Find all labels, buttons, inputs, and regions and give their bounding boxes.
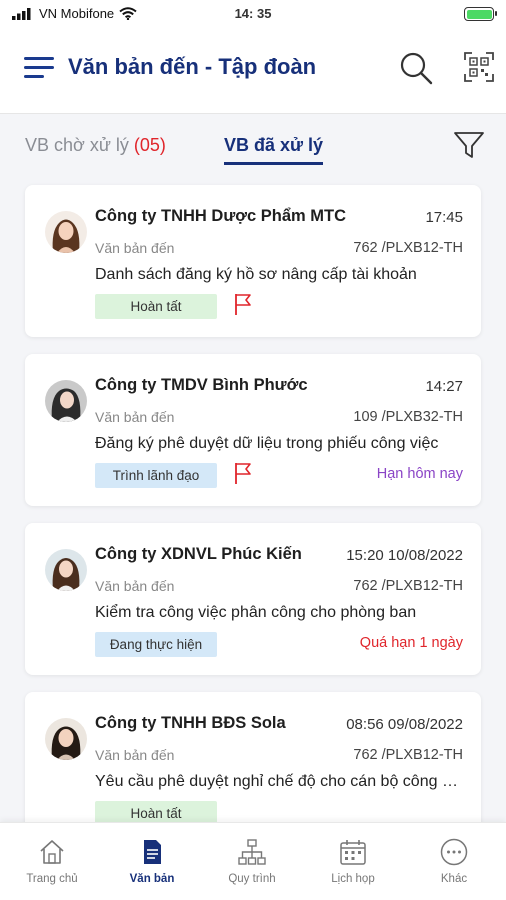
tab-bar: VB chờ xử lý (05) VB đã xử lý [0,114,506,178]
battery-icon [464,7,497,21]
qr-scan-icon[interactable] [464,52,494,82]
filter-icon[interactable] [452,130,486,160]
calendar-icon [340,840,366,865]
document-code: 109 /PLXB32-TH [353,409,463,425]
sender-company: Công ty TNHH Dược Phẩm MTC [95,207,347,225]
nav-meetings[interactable]: Lịch họp [308,837,398,885]
clock: 14: 35 [234,6,272,21]
tab-pending-count: (05) [133,135,166,155]
received-time: 15:20 10/08/2022 [346,547,463,564]
menu-icon[interactable] [24,56,54,80]
status-badge: Hoàn tất [95,294,217,319]
status-badge: Trình lãnh đạo [95,463,217,488]
nav-home[interactable]: Trang chủ [7,837,97,885]
document-subject: Kiểm tra công việc phân công cho phòng b… [95,604,417,621]
status-badge: Đang thực hiện [95,632,217,657]
document-type: Văn bản đến [95,409,175,425]
nav-documents-label: Văn bản [129,873,175,885]
tab-pending[interactable]: VB chờ xử lý (05) [25,135,166,156]
received-time: 14:27 [425,378,463,395]
document-type: Văn bản đến [95,578,175,594]
status-bar: VN Mobifone 14: 35 [0,0,506,28]
sender-company: Công ty TMDV Bình Phước [95,376,308,394]
document-subject: Danh sách đăng ký hồ sơ nâng cấp tài kho… [95,266,417,283]
received-time: 08:56 09/08/2022 [346,716,463,733]
avatar [45,718,87,760]
document-icon [144,840,161,864]
document-card[interactable]: Công ty XDNVL Phúc Kiến 15:20 10/08/2022… [25,523,481,675]
nav-more-label: Khác [440,873,468,885]
avatar [45,211,87,253]
nav-workflow-label: Quy trình [228,873,276,885]
tab-processed[interactable]: VB đã xử lý [224,135,324,165]
document-subject: Đăng ký phê duyệt dữ liệu trong phiếu cô… [95,435,439,452]
red-flag-icon [235,294,251,315]
document-card[interactable]: Công ty TMDV Bình Phước 14:27 Văn bản đế… [25,354,481,506]
document-type: Văn bản đến [95,240,175,256]
document-subject: Yêu cầu phê duyệt nghỉ chế độ cho cán bộ… [95,773,465,790]
nav-meetings-label: Lịch họp [331,873,375,885]
workflow-icon [238,839,266,865]
received-time: 17:45 [425,209,463,226]
document-card[interactable]: Công ty TNHH Dược Phẩm MTC 17:45 Văn bản… [25,185,481,337]
more-icon [440,838,468,866]
app-header: Văn bản đến - Tập đoàn [0,28,506,114]
nav-more[interactable]: Khác [409,837,499,885]
avatar [45,549,87,591]
bottom-navigation: Trang chủ Văn bản Quy trình Lịch họp Khá… [0,822,506,900]
home-icon [40,840,64,864]
page-title: Văn bản đến - Tập đoàn [68,54,317,79]
nav-workflow[interactable]: Quy trình [207,837,297,885]
sender-company: Công ty XDNVL Phúc Kiến [95,545,302,563]
nav-home-label: Trang chủ [26,873,78,885]
sender-company: Công ty TNHH BĐS Sola [95,714,286,732]
document-code: 762 /PLXB12-TH [353,578,463,594]
deadline-label: Quá hạn 1 ngày [359,635,463,651]
search-icon[interactable] [398,50,434,86]
deadline-label: Hạn hôm nay [376,466,463,482]
avatar [45,380,87,422]
document-type: Văn bản đến [95,747,175,763]
document-code: 762 /PLXB12-TH [353,747,463,763]
nav-documents[interactable]: Văn bản [107,837,197,885]
tab-pending-label: VB chờ xử lý [25,135,134,155]
red-flag-icon [235,463,251,484]
document-code: 762 /PLXB12-TH [353,240,463,256]
